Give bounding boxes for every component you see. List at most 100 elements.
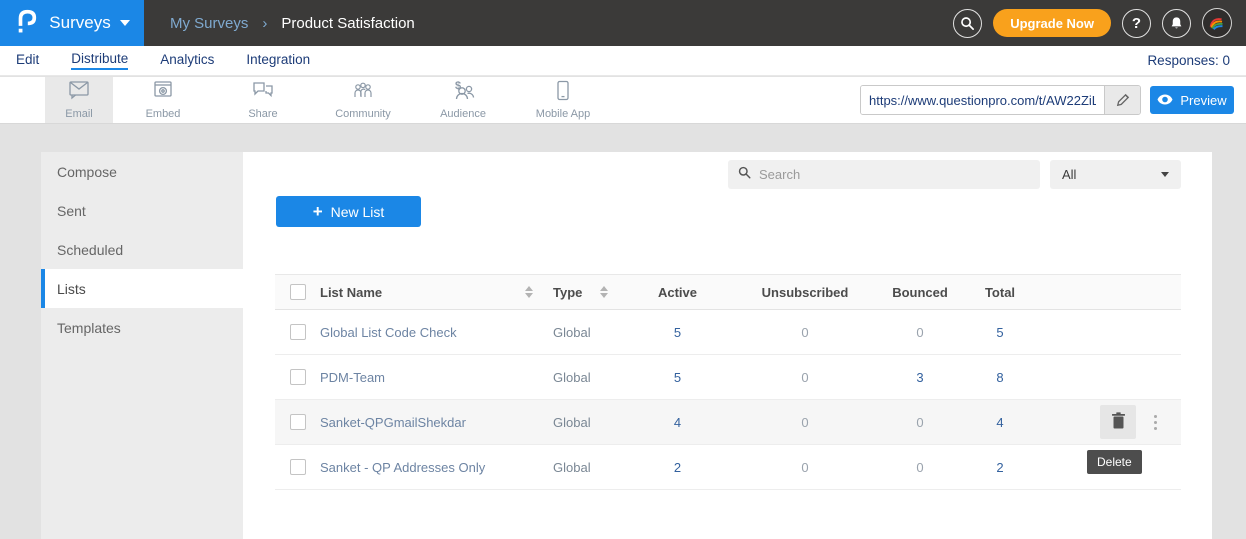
list-type: Global: [537, 415, 620, 430]
page-title: Product Satisfaction: [281, 15, 414, 32]
product-name: Surveys: [49, 13, 110, 33]
chevron-down-icon: [1161, 172, 1169, 177]
tab-distribute[interactable]: Distribute: [71, 51, 128, 70]
column-active: Active: [620, 285, 735, 300]
channel-label: Share: [248, 108, 277, 120]
embed-icon: [152, 80, 174, 106]
delete-list-button[interactable]: [1100, 405, 1136, 439]
list-type: Global: [537, 460, 620, 475]
user-avatar[interactable]: [1202, 8, 1232, 38]
channel-share[interactable]: Share: [213, 77, 313, 123]
select-all-checkbox[interactable]: [290, 284, 306, 300]
channel-label: Mobile App: [536, 108, 590, 120]
help-icon[interactable]: ?: [1122, 9, 1151, 38]
sidebar-item-compose[interactable]: Compose: [41, 152, 243, 191]
bounced-count: 0: [875, 415, 965, 430]
survey-nav: Edit Distribute Analytics Integration Re…: [0, 46, 1246, 76]
topbar: Surveys My Surveys › Product Satisfactio…: [0, 0, 1246, 46]
list-name-link[interactable]: PDM-Team: [320, 370, 385, 385]
search-icon: [738, 166, 751, 184]
survey-url-input[interactable]: [861, 86, 1104, 114]
responses-count: Responses: 0: [1147, 53, 1230, 68]
column-list-name: List Name: [320, 285, 382, 300]
active-count[interactable]: 5: [620, 370, 735, 385]
sidebar-item-sent[interactable]: Sent: [41, 191, 243, 230]
new-list-label: New List: [331, 204, 385, 220]
unsubscribed-count: 0: [735, 415, 875, 430]
sidebar-item-templates[interactable]: Templates: [41, 308, 243, 347]
new-list-button[interactable]: + New List: [276, 196, 421, 227]
mobile-app-icon: [556, 80, 570, 106]
tab-analytics[interactable]: Analytics: [160, 52, 214, 69]
unsubscribed-count: 0: [735, 460, 875, 475]
bounced-count: 0: [875, 460, 965, 475]
tab-edit[interactable]: Edit: [16, 52, 39, 69]
lists-table: List Name Type Active Unsubscribed Bounc…: [275, 274, 1181, 490]
channel-email[interactable]: Email: [45, 77, 113, 123]
sort-list-name-icon[interactable]: [525, 286, 533, 298]
row-checkbox[interactable]: [290, 459, 306, 475]
eye-icon: [1157, 93, 1173, 108]
active-count[interactable]: 4: [620, 415, 735, 430]
plus-icon: +: [313, 203, 323, 220]
filter-value: All: [1062, 167, 1076, 182]
channel-audience[interactable]: $ Audience: [413, 77, 513, 123]
sidebar-item-scheduled[interactable]: Scheduled: [41, 230, 243, 269]
sidebar-item-lists[interactable]: Lists: [41, 269, 243, 308]
unsubscribed-count: 0: [735, 370, 875, 385]
edit-url-pencil-icon[interactable]: [1104, 86, 1140, 114]
lists-panel: All + New List List Name Type Active Uns…: [243, 152, 1212, 539]
total-count[interactable]: 5: [965, 325, 1035, 340]
bounced-count[interactable]: 3: [875, 370, 965, 385]
total-count[interactable]: 8: [965, 370, 1035, 385]
svg-text:$: $: [455, 80, 461, 92]
table-header: List Name Type Active Unsubscribed Bounc…: [275, 274, 1181, 310]
chevron-down-icon: [120, 20, 130, 26]
distribute-toolbar: Email Embed: [0, 77, 1246, 124]
filter-dropdown[interactable]: All: [1050, 160, 1181, 189]
email-sidebar: Compose Sent Scheduled Lists Templates: [41, 152, 243, 539]
channel-embed[interactable]: Embed: [113, 77, 213, 123]
table-row: Sanket - QP Addresses Only Global 2 0 0 …: [275, 445, 1181, 490]
audience-icon: $: [450, 80, 476, 106]
channel-label: Embed: [146, 108, 181, 120]
total-count[interactable]: 2: [965, 460, 1035, 475]
search-input[interactable]: [759, 167, 1030, 182]
total-count[interactable]: 4: [965, 415, 1035, 430]
tab-integration[interactable]: Integration: [246, 52, 310, 69]
breadcrumb-my-surveys[interactable]: My Surveys: [170, 15, 248, 32]
search-box: [728, 160, 1040, 189]
topbar-actions: Upgrade Now ?: [953, 8, 1246, 38]
list-name-link[interactable]: Sanket-QPGmailShekdar: [320, 415, 466, 430]
table-row: Global List Code Check Global 5 0 0 5: [275, 310, 1181, 355]
list-type: Global: [537, 325, 620, 340]
row-checkbox[interactable]: [290, 414, 306, 430]
preview-label: Preview: [1180, 93, 1226, 108]
active-count[interactable]: 2: [620, 460, 735, 475]
upgrade-now-button[interactable]: Upgrade Now: [993, 9, 1111, 37]
notifications-bell-icon[interactable]: [1162, 9, 1191, 38]
channel-items: Email Embed: [45, 77, 613, 123]
table-row-hovered: Sanket-QPGmailShekdar Global 4 0 0 4: [275, 400, 1181, 445]
delete-tooltip: Delete: [1087, 450, 1142, 474]
bounced-count: 0: [875, 325, 965, 340]
search-icon[interactable]: [953, 9, 982, 38]
channel-community[interactable]: Community: [313, 77, 413, 123]
list-name-link[interactable]: Global List Code Check: [320, 325, 457, 340]
channel-mobile-app[interactable]: Mobile App: [513, 77, 613, 123]
list-type: Global: [537, 370, 620, 385]
surveys-product-menu[interactable]: Surveys: [0, 0, 144, 46]
row-checkbox[interactable]: [290, 369, 306, 385]
breadcrumb: My Surveys › Product Satisfaction: [170, 15, 415, 32]
preview-button[interactable]: Preview: [1150, 86, 1234, 114]
row-more-menu-icon[interactable]: [1150, 411, 1161, 434]
active-count[interactable]: 5: [620, 325, 735, 340]
breadcrumb-separator: ›: [262, 15, 267, 32]
list-name-link[interactable]: Sanket - QP Addresses Only: [320, 460, 485, 475]
channel-label: Community: [335, 108, 391, 120]
email-icon: [67, 80, 91, 106]
column-type: Type: [553, 285, 582, 300]
sort-type-icon[interactable]: [600, 286, 608, 298]
channel-label: Audience: [440, 108, 486, 120]
row-checkbox[interactable]: [290, 324, 306, 340]
